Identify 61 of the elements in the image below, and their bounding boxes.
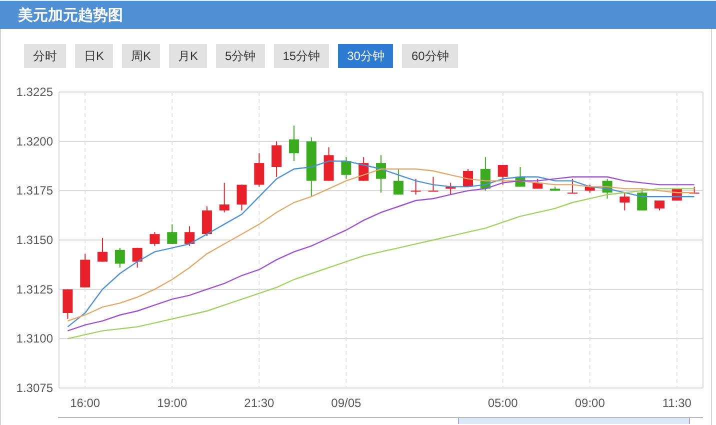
x-axis-label: 19:00 xyxy=(157,396,188,410)
period-tab[interactable]: 5分钟 xyxy=(216,44,265,68)
candlestick xyxy=(341,156,352,180)
y-axis-label: 1.3200 xyxy=(16,134,53,148)
candlestick xyxy=(480,156,490,192)
candlestick xyxy=(150,232,160,246)
candlestick xyxy=(637,188,648,211)
range-navigator[interactable] xyxy=(58,417,703,424)
x-axis-label: 05:00 xyxy=(488,396,518,410)
candlestick xyxy=(202,206,212,237)
candlestick xyxy=(498,164,508,186)
candlestick xyxy=(219,182,230,213)
candlestick xyxy=(567,178,578,194)
candlestick xyxy=(62,288,73,320)
candlestick xyxy=(114,247,125,268)
candlestick xyxy=(550,186,560,192)
x-axis-label: 09:00 xyxy=(574,396,605,410)
candlestick xyxy=(324,146,334,182)
y-axis-label: 1.3075 xyxy=(16,381,53,395)
x-axis-label: 21:30 xyxy=(244,396,274,410)
candlestick xyxy=(602,178,612,200)
candlestick xyxy=(358,156,369,182)
candlestick xyxy=(272,140,282,178)
period-tab[interactable]: 分时 xyxy=(24,44,66,68)
candlestick xyxy=(167,224,178,244)
period-tab[interactable]: 月K xyxy=(169,44,208,68)
candlestick xyxy=(132,247,142,268)
candlestick xyxy=(254,152,264,188)
period-tab[interactable]: 周K xyxy=(122,44,160,68)
candlestick xyxy=(410,178,421,196)
header-title: 美元加元趋势图 xyxy=(18,6,123,24)
candlestick xyxy=(184,226,195,246)
y-axis-label: 1.3100 xyxy=(16,332,53,346)
period-tab[interactable]: 日K xyxy=(75,44,114,68)
candlestick xyxy=(689,186,700,194)
period-tab[interactable]: 30分钟 xyxy=(338,44,394,68)
candlestick xyxy=(236,184,247,211)
y-axis-label: 1.3175 xyxy=(16,184,53,198)
candlestick xyxy=(376,154,386,194)
candlestick xyxy=(532,178,543,190)
candlestick xyxy=(463,168,474,188)
x-axis-label: 09/05 xyxy=(331,396,362,410)
navigator-window[interactable] xyxy=(458,418,690,424)
x-axis-label: 16:00 xyxy=(70,396,100,410)
candlestick xyxy=(306,136,316,198)
candlestick xyxy=(428,176,438,192)
period-tab[interactable]: 15分钟 xyxy=(274,44,330,68)
candlestick xyxy=(98,238,108,262)
candlestick xyxy=(80,253,90,288)
x-axis-label: 11:30 xyxy=(662,396,692,410)
y-axis-label: 1.3150 xyxy=(16,233,53,247)
candlestick xyxy=(654,200,664,211)
period-tab[interactable]: 60分钟 xyxy=(402,44,458,68)
y-axis-label: 1.3225 xyxy=(16,85,53,99)
y-axis-label: 1.3125 xyxy=(16,282,53,296)
candlestick xyxy=(515,166,526,188)
candlestick xyxy=(584,184,595,194)
candlestick xyxy=(620,192,630,211)
candlestick xyxy=(446,182,456,196)
candlestick xyxy=(393,168,404,196)
candlestick xyxy=(288,125,299,162)
